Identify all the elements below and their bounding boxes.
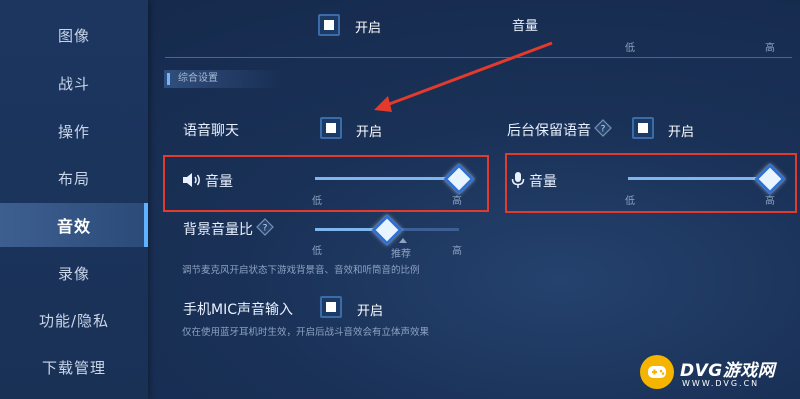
help-icon[interactable]: ? xyxy=(256,218,274,236)
bg-ratio-high: 高 xyxy=(452,246,462,257)
sidebar-item-controls[interactable]: 操作 xyxy=(0,109,148,153)
background-voice-state: 开启 xyxy=(668,125,695,140)
watermark-brand: DVG游戏网 xyxy=(680,361,776,381)
bg-ratio-label: 背景音量比 xyxy=(183,222,253,238)
background-voice-checkbox[interactable] xyxy=(632,117,654,139)
bg-ratio-recommended: 推荐 xyxy=(391,249,411,260)
mic-volume-highlight xyxy=(505,153,797,213)
section-title: 综合设置 xyxy=(164,70,284,88)
gamepad-logo-icon xyxy=(640,355,674,389)
sidebar-item-downloads[interactable]: 下载管理 xyxy=(0,345,148,389)
sidebar-item-label: 布局 xyxy=(57,169,90,188)
recommended-marker-icon xyxy=(399,238,407,243)
sidebar-item-privacy[interactable]: 功能/隐私 xyxy=(0,298,148,342)
voice-chat-label: 语音聊天 xyxy=(183,123,239,139)
phone-mic-label: 手机MIC声音输入 xyxy=(183,302,293,318)
watermark-url: WWW.DVG.CN xyxy=(682,379,760,388)
background-voice-label: 后台保留语音 xyxy=(507,123,591,139)
sidebar-item-label: 功能/隐私 xyxy=(38,311,110,330)
bg-ratio-low: 低 xyxy=(312,246,322,257)
bg-ratio-thumb[interactable] xyxy=(371,214,403,246)
voice-chat-checkbox[interactable] xyxy=(320,117,342,139)
previous-row-low-label: 低 xyxy=(625,43,635,54)
help-icon[interactable]: ? xyxy=(594,119,612,137)
speaker-volume-highlight xyxy=(163,155,489,212)
sidebar-item-graphics[interactable]: 图像 xyxy=(0,13,148,57)
voice-chat-state: 开启 xyxy=(356,125,383,140)
sidebar-item-sound[interactable]: 音效 xyxy=(0,203,148,247)
sidebar-item-label: 战斗 xyxy=(57,74,90,93)
settings-sidebar: 图像 战斗 操作 布局 音效 录像 功能/隐私 下载管理 xyxy=(0,0,148,399)
annotation-arrow-icon xyxy=(374,41,553,112)
svg-text:?: ? xyxy=(263,224,268,234)
watermark: DVG游戏网 WWW.DVG.CN xyxy=(640,355,790,391)
sidebar-item-label: 录像 xyxy=(57,264,90,283)
bg-ratio-hint: 调节麦克风开启状态下游戏背景音、音效和听筒音的比例 xyxy=(182,265,420,276)
sidebar-item-replay[interactable]: 录像 xyxy=(0,251,148,295)
previous-row-high-label: 高 xyxy=(765,43,775,54)
phone-mic-checkbox[interactable] xyxy=(320,296,342,318)
sidebar-item-battle[interactable]: 战斗 xyxy=(0,61,148,105)
previous-row-volume-label: 音量 xyxy=(512,19,539,34)
sidebar-item-label: 音效 xyxy=(56,217,91,236)
sidebar-item-label: 图像 xyxy=(57,26,90,45)
sidebar-item-layout[interactable]: 布局 xyxy=(0,156,148,200)
sidebar-item-label: 下载管理 xyxy=(41,358,106,377)
svg-text:?: ? xyxy=(601,125,606,135)
section-title-text: 综合设置 xyxy=(178,73,218,84)
phone-mic-hint: 仅在使用蓝牙耳机时生效，开启后战斗音效会有立体声效果 xyxy=(182,327,430,338)
sidebar-item-label: 操作 xyxy=(57,122,90,141)
previous-row-checkbox[interactable] xyxy=(318,14,340,36)
previous-row-state: 开启 xyxy=(355,21,382,36)
phone-mic-state: 开启 xyxy=(357,304,384,319)
